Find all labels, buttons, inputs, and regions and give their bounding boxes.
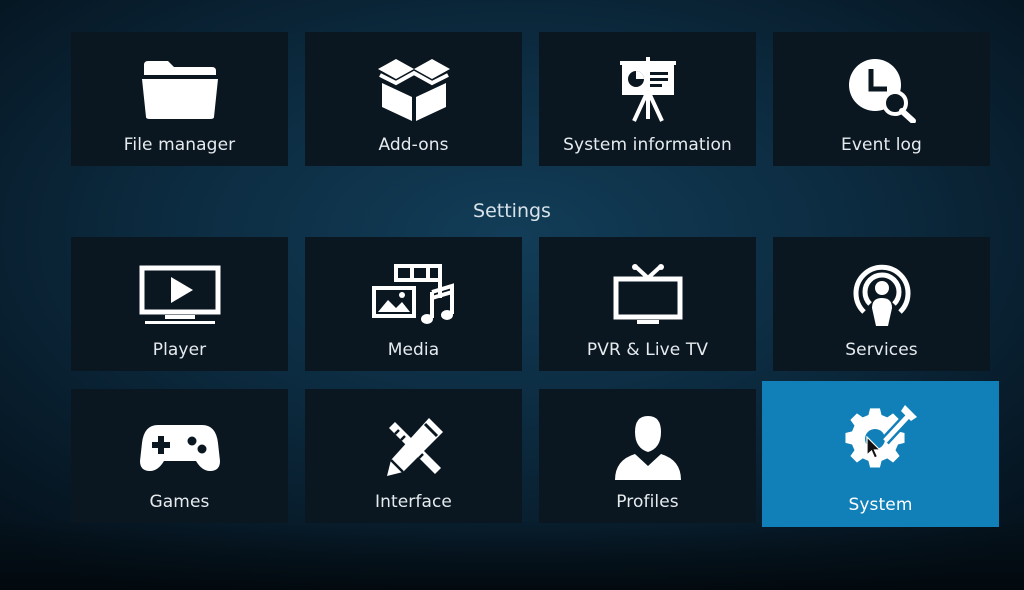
tile-label: System information	[563, 135, 732, 155]
tile-label: Profiles	[616, 492, 679, 512]
bottom-shade	[0, 520, 1024, 590]
tile-profiles[interactable]: Profiles	[539, 389, 756, 523]
tile-label: Interface	[374, 492, 452, 512]
tile-label: System	[848, 495, 913, 515]
broadcast-user-icon	[839, 259, 925, 331]
tv-antenna-icon	[605, 259, 691, 331]
tile-label: Services	[845, 340, 918, 360]
gamepad-icon	[137, 411, 223, 483]
tile-services[interactable]: Services	[773, 237, 990, 371]
section-title: Settings	[473, 200, 551, 222]
tile-label: Player	[152, 340, 207, 360]
tile-label: Games	[149, 492, 210, 512]
mouse-pointer-icon	[866, 436, 882, 459]
tile-games[interactable]: Games	[71, 389, 288, 523]
tile-file-manager[interactable]: File manager	[71, 32, 288, 166]
tile-label: Media	[387, 340, 440, 360]
tile-media[interactable]: Media	[305, 237, 522, 371]
clock-search-icon	[839, 54, 925, 126]
tile-pvr-live-tv[interactable]: PVR & Live TV	[539, 237, 756, 371]
tile-player[interactable]: Player	[71, 237, 288, 371]
user-silhouette-icon	[605, 411, 691, 483]
tile-label: File manager	[123, 135, 236, 155]
tile-label: Add-ons	[378, 135, 449, 155]
tile-event-log[interactable]: Event log	[773, 32, 990, 166]
tile-interface[interactable]: Interface	[305, 389, 522, 523]
tile-system-information[interactable]: System information	[539, 32, 756, 166]
play-screen-icon	[137, 259, 223, 331]
media-library-icon	[371, 259, 457, 331]
tile-label: PVR & Live TV	[586, 340, 709, 360]
open-box-icon	[371, 54, 457, 126]
folder-icon	[137, 54, 223, 126]
pencil-ruler-icon	[371, 411, 457, 483]
tile-add-ons[interactable]: Add-ons	[305, 32, 522, 166]
presentation-board-icon	[605, 54, 691, 126]
tile-label: Event log	[841, 135, 922, 155]
